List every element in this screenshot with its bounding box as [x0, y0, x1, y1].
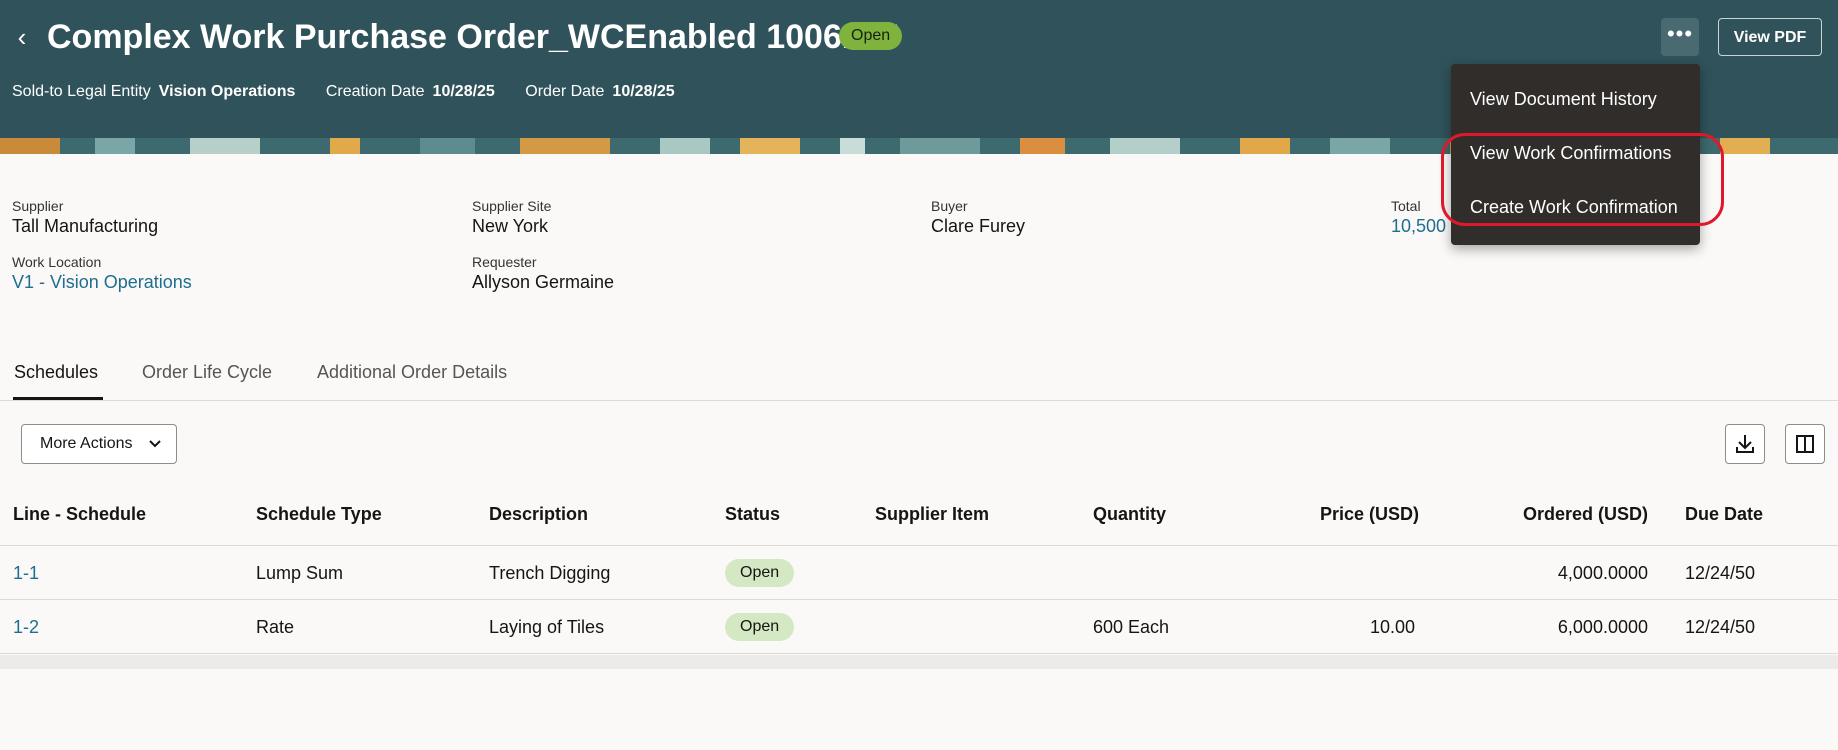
due-date-cell: 12/24/50	[1685, 563, 1756, 583]
due-date-cell: 12/24/50	[1685, 617, 1756, 637]
row-divider	[0, 599, 1838, 600]
row-divider	[0, 653, 1838, 654]
column-header-line-schedule[interactable]: Line - Schedule	[13, 504, 146, 525]
ordered-cell: 4,000.0000	[1557, 563, 1648, 583]
description-cell: Trench Digging	[489, 563, 611, 583]
menu-item-view-document-history[interactable]: View Document History	[1451, 74, 1700, 124]
column-header-schedule-type[interactable]: Schedule Type	[256, 504, 382, 525]
download-icon	[1736, 435, 1754, 453]
meta-value-legal-entity: Vision Operations	[158, 83, 296, 100]
chevron-down-icon	[148, 425, 162, 477]
tab-schedules[interactable]: Schedules	[14, 362, 98, 383]
ordered-cell: 6,000.0000	[1557, 617, 1648, 637]
page-title: Complex Work Purchase Order_WCEnabled 10…	[47, 18, 899, 56]
quantity-cell: 600 Each	[1093, 617, 1170, 637]
view-pdf-button[interactable]: View PDF	[1718, 18, 1822, 56]
total-link[interactable]: 10,500	[1391, 216, 1446, 237]
table-header-divider	[0, 545, 1838, 546]
meta-label-legal-entity: Sold-to Legal Entity	[12, 83, 151, 100]
status-badge: Open	[725, 559, 795, 587]
work-location-link[interactable]: V1 - Vision Operations	[12, 272, 192, 293]
status-badge: Open	[725, 613, 795, 641]
line-schedule-link[interactable]: 1-1	[13, 563, 39, 584]
columns-button[interactable]	[1785, 424, 1825, 464]
requester-value: Allyson Germaine	[472, 272, 615, 292]
status-badge: Open	[839, 22, 903, 50]
buyer-value: Clare Furey	[931, 216, 1026, 236]
tab-divider	[0, 400, 1838, 401]
column-header-quantity[interactable]: Quantity	[1093, 504, 1166, 525]
column-header-description[interactable]: Description	[489, 504, 588, 525]
schedule-type-cell: Lump Sum	[256, 563, 344, 583]
more-actions-label: More Actions	[40, 435, 133, 452]
meta-label-order-date: Order Date	[525, 83, 605, 100]
work-location-label: Work Location	[12, 254, 102, 270]
columns-icon	[1796, 435, 1814, 453]
header-meta: Sold-to Legal Entity Vision Operations Cr…	[12, 83, 701, 101]
price-cell: 10.00	[1369, 617, 1415, 637]
meta-label-creation-date: Creation Date	[325, 83, 425, 100]
meta-value-creation-date: 10/28/25	[432, 83, 495, 100]
requester-label: Requester	[472, 254, 537, 270]
supplier-label: Supplier	[12, 198, 64, 214]
line-schedule-link[interactable]: 1-2	[13, 617, 39, 638]
column-header-status[interactable]: Status	[725, 504, 780, 525]
meta-value-order-date: 10/28/25	[612, 83, 675, 100]
schedule-type-cell: Rate	[256, 617, 295, 637]
back-icon[interactable]: ‹	[8, 22, 36, 52]
export-button[interactable]	[1725, 424, 1765, 464]
tab-additional-order-details[interactable]: Additional Order Details	[317, 362, 507, 383]
column-header-supplier-item[interactable]: Supplier Item	[875, 504, 989, 525]
supplier-site-label: Supplier Site	[472, 198, 552, 214]
highlight-annotation	[1441, 133, 1724, 226]
horizontal-scrollbar[interactable]	[0, 655, 1838, 669]
buyer-label: Buyer	[931, 198, 968, 214]
column-header-due-date[interactable]: Due Date	[1685, 504, 1763, 525]
supplier-site-value: New York	[472, 216, 549, 236]
more-actions-button[interactable]: More Actions	[21, 424, 177, 464]
tab-order-life-cycle[interactable]: Order Life Cycle	[142, 362, 272, 383]
column-header-ordered[interactable]: Ordered (USD)	[1520, 504, 1648, 525]
description-cell: Laying of Tiles	[489, 617, 605, 637]
total-label: Total	[1391, 198, 1421, 214]
column-header-price[interactable]: Price (USD)	[1320, 504, 1419, 525]
more-options-button[interactable]: •••	[1661, 18, 1699, 56]
supplier-value: Tall Manufacturing	[12, 216, 159, 236]
